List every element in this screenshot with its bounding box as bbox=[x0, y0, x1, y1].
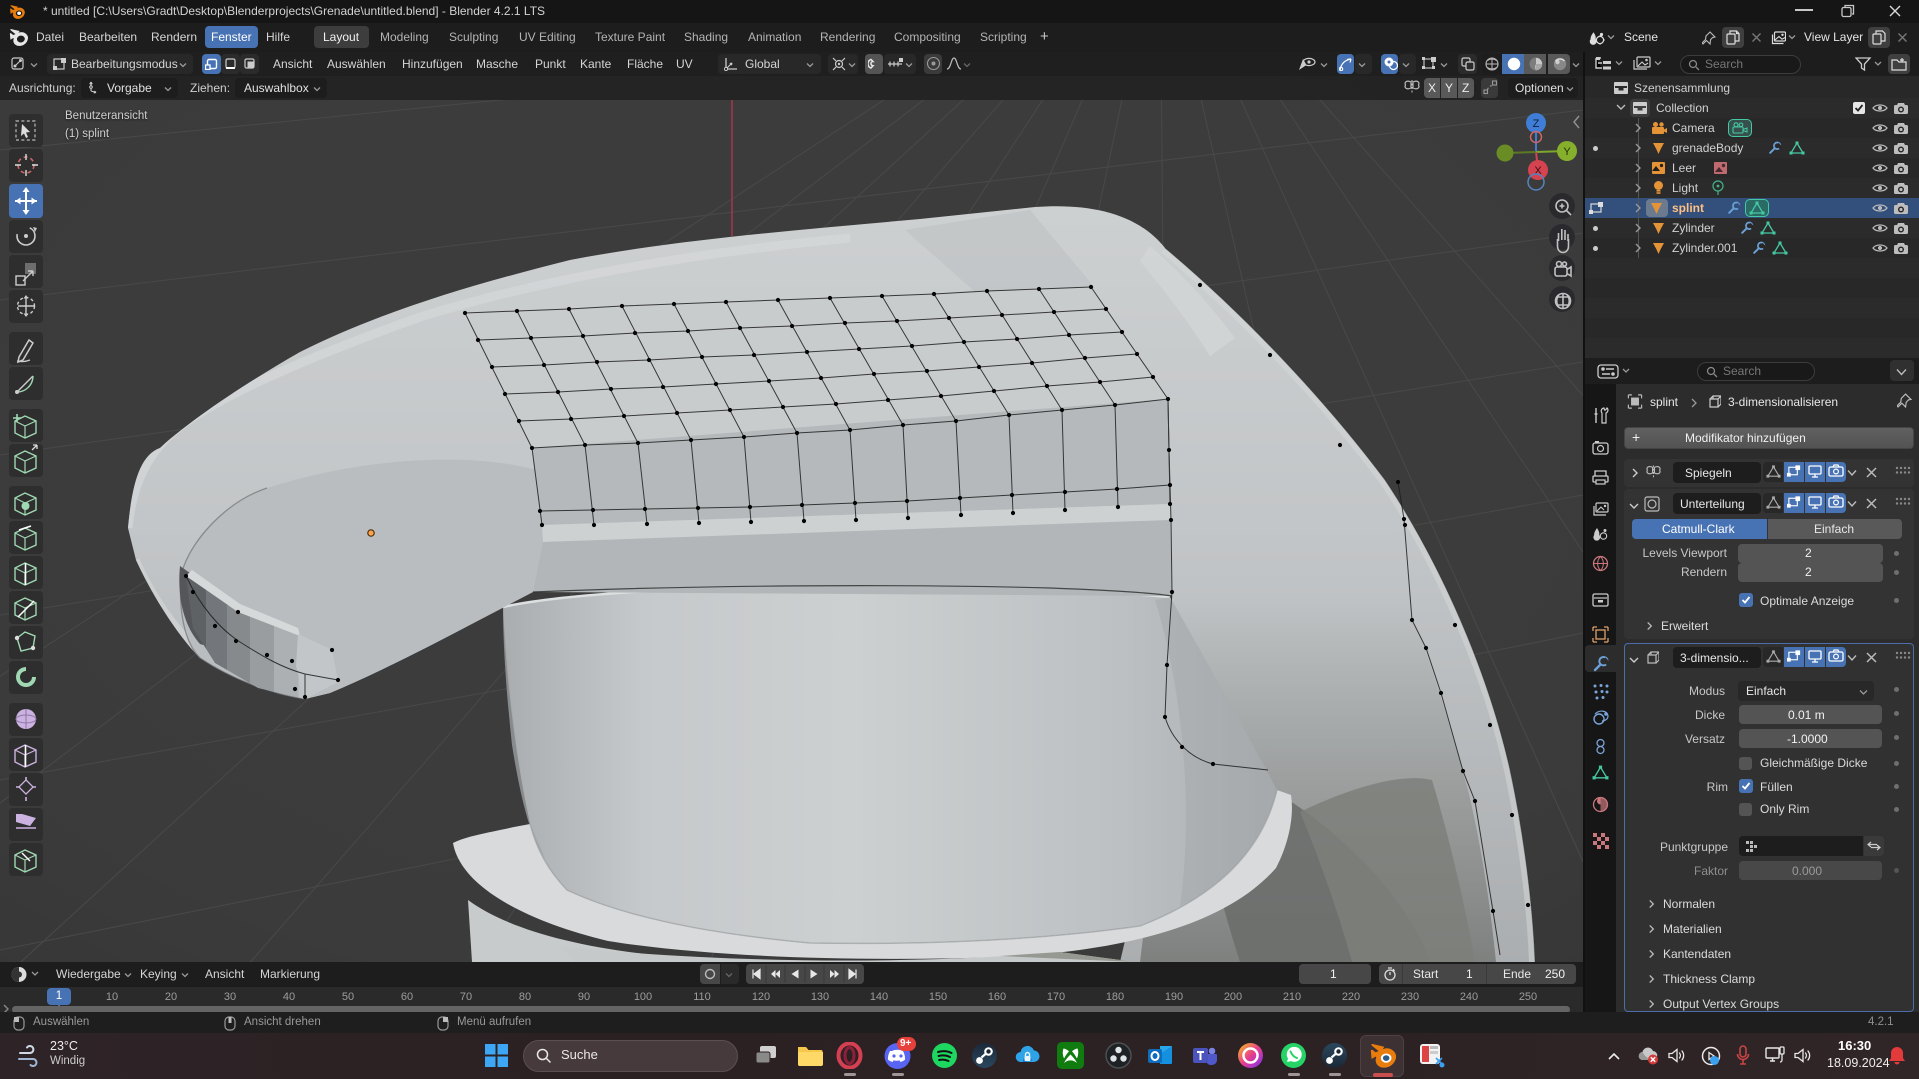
svg-text:Z: Z bbox=[1533, 118, 1540, 130]
svg-text:Y: Y bbox=[1563, 146, 1571, 158]
